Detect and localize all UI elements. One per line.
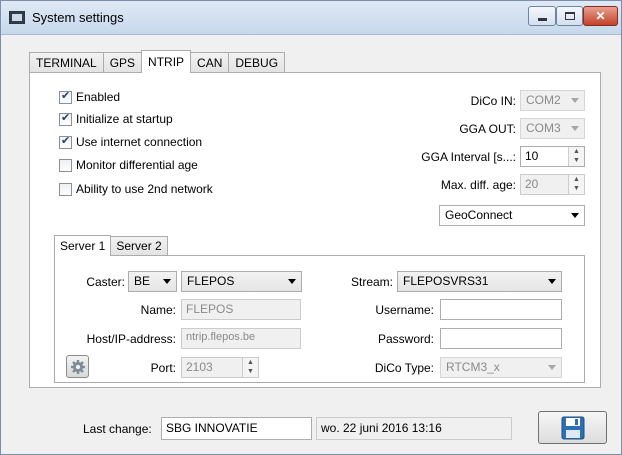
max-diff-age-label: Max. diff. age: bbox=[440, 178, 516, 192]
dico-in-value: COM2 bbox=[526, 93, 561, 107]
main-tabs: TERMINAL GPS NTRIP CAN DEBUG bbox=[29, 50, 286, 73]
gga-interval-label: GGA Interval [s...: bbox=[421, 150, 516, 164]
initialize-at-startup-label: Initialize at startup bbox=[76, 112, 173, 126]
save-button[interactable] bbox=[538, 411, 607, 444]
enabled-label: Enabled bbox=[76, 90, 121, 104]
checkbox-checked-icon bbox=[59, 89, 72, 104]
spin-down-icon: ▼ bbox=[247, 368, 254, 375]
spin-up-icon: ▲ bbox=[573, 148, 580, 155]
spin-up-icon: ▲ bbox=[247, 359, 254, 366]
port-spinner[interactable]: 2103 ▲ ▼ bbox=[181, 357, 259, 378]
close-icon: ✕ bbox=[595, 9, 606, 23]
username-label: Username: bbox=[375, 303, 434, 317]
second-network-checkbox[interactable]: Ability to use 2nd network bbox=[59, 182, 213, 196]
name-label: Name: bbox=[140, 303, 176, 317]
service-value: GeoConnect bbox=[445, 208, 513, 222]
server-tabs: Server 1 Server 2 bbox=[54, 235, 168, 256]
chevron-down-icon bbox=[163, 279, 171, 284]
stream-label: Stream: bbox=[350, 275, 393, 289]
chevron-down-icon bbox=[288, 279, 296, 284]
chevron-down-icon bbox=[571, 213, 579, 218]
chevron-down-icon bbox=[571, 98, 579, 103]
tab-ntrip[interactable]: NTRIP bbox=[141, 50, 192, 73]
tab-debug[interactable]: DEBUG bbox=[228, 52, 286, 72]
port-value: 2103 bbox=[186, 360, 213, 374]
caster-country-value: BE bbox=[134, 274, 151, 288]
settings-window: System settings ✕ TERMINAL GPS NTRIP CAN… bbox=[0, 0, 622, 455]
stream-value: FLEPOSVRS31 bbox=[403, 274, 489, 288]
checkbox-checked-icon bbox=[59, 111, 72, 126]
maximize-icon bbox=[564, 12, 575, 20]
second-network-label: Ability to use 2nd network bbox=[76, 182, 213, 196]
caster-select[interactable]: FLEPOS bbox=[181, 271, 302, 292]
stream-select[interactable]: FLEPOSVRS31 bbox=[397, 271, 562, 292]
name-field[interactable]: FLEPOS bbox=[181, 299, 301, 320]
close-button[interactable]: ✕ bbox=[583, 6, 618, 26]
port-label: Port: bbox=[150, 361, 176, 375]
password-label: Password: bbox=[377, 332, 434, 346]
use-internet-connection-label: Use internet connection bbox=[76, 135, 203, 149]
dico-type-label: DiCo Type: bbox=[374, 361, 434, 375]
tab-terminal[interactable]: TERMINAL bbox=[29, 52, 104, 72]
checkbox-checked-icon bbox=[59, 134, 72, 149]
tab-can[interactable]: CAN bbox=[190, 52, 230, 72]
caster-country-select[interactable]: BE bbox=[128, 271, 177, 292]
max-diff-age-value: 20 bbox=[525, 177, 539, 191]
spin-up-icon: ▲ bbox=[573, 176, 580, 183]
last-change-label: Last change: bbox=[83, 422, 152, 436]
spinner-buttons[interactable]: ▲ ▼ bbox=[242, 358, 258, 377]
service-select[interactable]: GeoConnect bbox=[439, 205, 585, 226]
tab-gps[interactable]: GPS bbox=[102, 52, 143, 72]
gga-out-value: COM3 bbox=[526, 121, 561, 135]
spinner-buttons[interactable]: ▲ ▼ bbox=[568, 175, 584, 194]
minimize-icon bbox=[537, 17, 547, 21]
gga-out-label: GGA OUT: bbox=[459, 122, 516, 136]
last-change-by-field: SBG INNOVATIE bbox=[161, 417, 312, 440]
floppy-disk-icon bbox=[561, 416, 584, 439]
caster-label: Caster: bbox=[86, 275, 125, 289]
gga-interval-spinner[interactable]: 10 ▲ ▼ bbox=[520, 146, 585, 167]
spin-down-icon: ▼ bbox=[573, 185, 580, 192]
title-bar: System settings ✕ bbox=[1, 1, 621, 35]
last-change-date-field: wo. 22 juni 2016 13:16 bbox=[316, 417, 512, 440]
use-internet-connection-checkbox[interactable]: Use internet connection bbox=[59, 134, 203, 149]
username-field[interactable] bbox=[440, 299, 562, 320]
gear-icon bbox=[70, 359, 85, 374]
chevron-down-icon bbox=[548, 365, 556, 370]
enabled-checkbox[interactable]: Enabled bbox=[59, 89, 121, 104]
dico-type-select[interactable]: RTCM3_x bbox=[440, 357, 562, 378]
window-title: System settings bbox=[32, 10, 124, 25]
dico-type-value: RTCM3_x bbox=[446, 360, 500, 374]
server-settings-button[interactable] bbox=[66, 355, 89, 378]
chevron-down-icon bbox=[548, 279, 556, 284]
dico-in-select[interactable]: COM2 bbox=[520, 90, 585, 111]
monitor-differential-age-checkbox[interactable]: Monitor differential age bbox=[59, 158, 198, 172]
chevron-down-icon bbox=[571, 126, 579, 131]
dico-in-label: DiCo IN: bbox=[470, 94, 516, 108]
host-label: Host/IP-address: bbox=[86, 332, 176, 346]
password-field[interactable] bbox=[440, 328, 562, 349]
host-field[interactable]: ntrip.flepos.be bbox=[181, 328, 301, 349]
app-window-icon bbox=[9, 11, 25, 24]
maximize-button[interactable] bbox=[556, 6, 583, 26]
spinner-buttons[interactable]: ▲ ▼ bbox=[568, 147, 584, 166]
tab-server-1[interactable]: Server 1 bbox=[54, 235, 112, 256]
monitor-differential-age-label: Monitor differential age bbox=[76, 158, 198, 172]
checkbox-unchecked-icon bbox=[59, 158, 72, 172]
initialize-at-startup-checkbox[interactable]: Initialize at startup bbox=[59, 111, 173, 126]
tab-server-2[interactable]: Server 2 bbox=[110, 236, 168, 255]
minimize-button[interactable] bbox=[528, 6, 556, 26]
gga-interval-value: 10 bbox=[525, 149, 539, 163]
caster-value: FLEPOS bbox=[187, 274, 235, 288]
gga-out-select[interactable]: COM3 bbox=[520, 118, 585, 139]
max-diff-age-spinner[interactable]: 20 ▲ ▼ bbox=[520, 174, 585, 195]
spin-down-icon: ▼ bbox=[573, 157, 580, 164]
checkbox-unchecked-icon bbox=[59, 182, 72, 196]
